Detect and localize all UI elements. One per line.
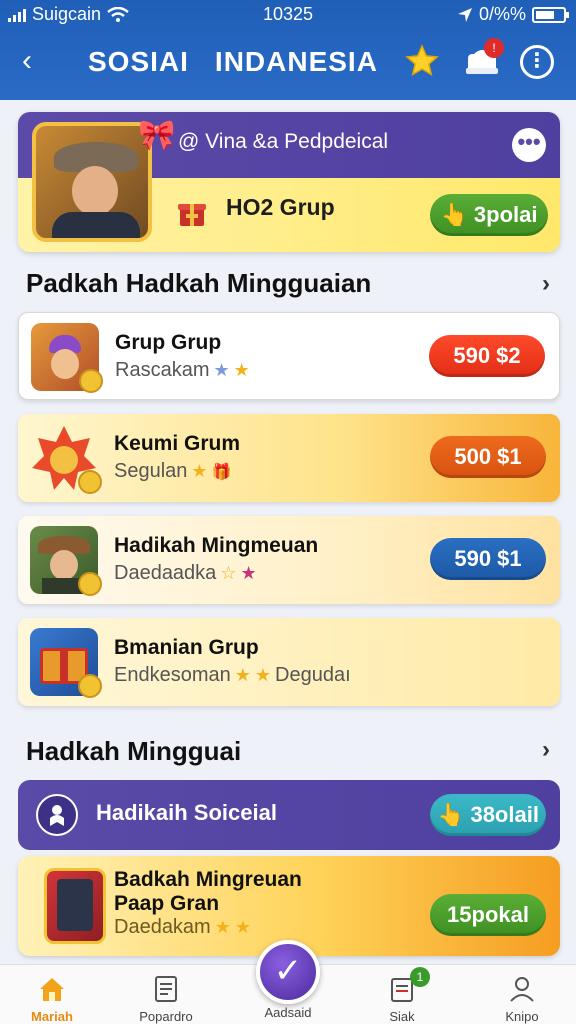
coin-icon	[78, 572, 102, 596]
star-icon: ★	[213, 360, 230, 380]
chevron-right-icon[interactable]: ›	[542, 270, 550, 298]
star-icon: ★	[191, 461, 208, 481]
thumb-icon: 👆	[440, 202, 468, 227]
coin-icon	[79, 369, 103, 393]
price-button[interactable]: 500 $1	[430, 436, 546, 478]
star-icon: ★	[234, 917, 251, 937]
ribbon-icon: 🎀	[138, 119, 176, 152]
chat-more-button[interactable]: •••	[512, 128, 546, 162]
gift-icon: 🎁	[211, 463, 232, 481]
location-icon	[457, 7, 472, 22]
tab-home[interactable]: Mariah	[2, 973, 102, 1024]
tab-add[interactable]: Aadsaid	[238, 1005, 338, 1020]
gift-icon	[178, 204, 206, 226]
list-item[interactable]: Keumi Grum Segulan ★ 🎁 500 $1	[18, 414, 560, 502]
section-title-weekly-2: Hadkah Mingguai	[26, 736, 242, 766]
more-options-button[interactable]: ⋮	[520, 45, 554, 79]
join-button[interactable]: 👆 3polai	[430, 194, 548, 236]
price-button[interactable]: 590 $1	[430, 538, 546, 580]
status-bar: Suigcain 10325 0/%%	[0, 0, 576, 30]
list-item[interactable]: Bmanian Grup Endkesoman ★ ★ Degudaı	[18, 618, 560, 706]
featured-group-name: HO2 Grup	[226, 194, 335, 220]
star-icon: ★	[233, 360, 250, 380]
star-icon: ★	[240, 563, 257, 583]
center-check-button[interactable]: ✓	[256, 940, 320, 1004]
list-item[interactable]: Grup Grup Rascakam ★ ★ 590 $2	[18, 312, 560, 400]
social-join-button[interactable]: 👆 38olail	[430, 794, 546, 836]
page-title: SOSIAI INDANESIA	[88, 46, 378, 77]
coin-icon	[78, 470, 102, 494]
section-title-weekly: Padkah Hadkah Mingguaian	[26, 268, 372, 298]
thumb-icon: 👆	[437, 802, 465, 827]
featured-group-card[interactable]: 🎀 @ Vina &a Pedpdeical ••• HO2 Grup 👆 3po…	[18, 112, 560, 252]
price-button[interactable]: 590 $2	[429, 335, 545, 377]
star-icon: ☆	[220, 563, 237, 583]
list-item[interactable]: Hadikah Mingmeuan Daedaadka ☆ ★ 590 $1	[18, 516, 560, 604]
tab-news[interactable]: 1 Siak	[352, 967, 452, 1024]
back-button[interactable]: ‹	[12, 46, 42, 76]
star-icon[interactable]	[404, 43, 440, 79]
phone-icon	[44, 868, 106, 944]
star-icon: ★	[234, 665, 251, 685]
chevron-right-icon[interactable]: ›	[542, 736, 550, 764]
app-header: Suigcain 10325 0/%% ‹ SOSIAI INDANESIA ! …	[0, 0, 576, 100]
featured-handle: @ Vina &a Pedpdeical	[178, 130, 389, 153]
notification-badge: !	[484, 38, 504, 58]
social-row[interactable]: Hadikaih Soiceial 👆 38olail	[18, 780, 560, 850]
coin-icon	[78, 674, 102, 698]
star-icon: ★	[214, 917, 231, 937]
tab-badge: 1	[410, 967, 430, 987]
profile-icon	[510, 977, 534, 1002]
badge-button[interactable]: 15pokal	[430, 894, 546, 936]
home-icon	[40, 978, 64, 1001]
notification-button[interactable]: !	[462, 38, 504, 80]
featured-avatar	[32, 122, 152, 242]
battery-icon	[532, 6, 569, 23]
star-icon: ★	[254, 665, 272, 685]
user-icon	[36, 794, 78, 836]
tab-profile[interactable]: Knipo	[472, 973, 572, 1024]
document-icon	[155, 976, 177, 1002]
tab-report[interactable]: Popardro	[116, 973, 216, 1024]
battery-percent: 0/%%	[478, 4, 526, 24]
